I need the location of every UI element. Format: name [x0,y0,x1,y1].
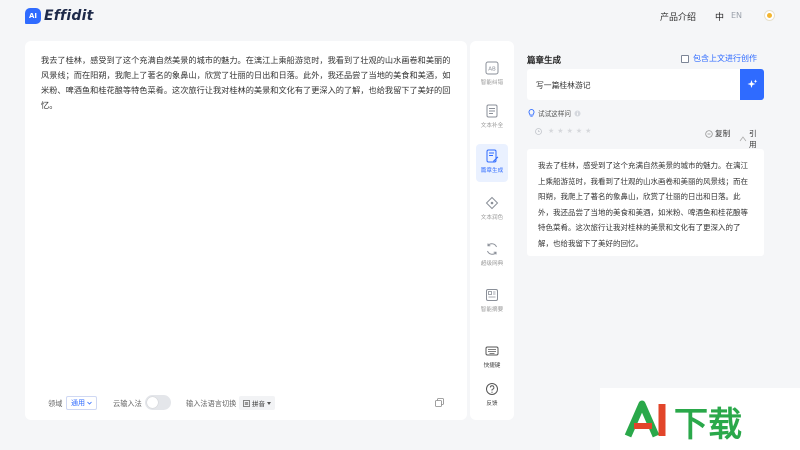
chevron-down-icon [87,401,92,405]
tool-text-polish[interactable]: 文本润色 [476,191,508,229]
edit-document-icon [486,149,499,163]
sun-icon [767,13,772,18]
theme-toggle-button[interactable] [764,10,775,21]
cloud-ime-label: 云输入法 [113,399,142,408]
tool-article-generation[interactable]: 篇章生成 [476,144,508,182]
tool-smart-summary[interactable]: 智能摘要 [476,283,508,321]
cloud-ime-toggle[interactable] [145,395,171,410]
panel-title: 篇章生成 [527,56,562,66]
tool-label: 篇章生成 [480,168,504,174]
copy-icon[interactable] [435,398,444,407]
ime-language-select[interactable]: 拼音 [239,396,275,410]
text-editor[interactable]: 我去了桂林，感受到了这个充满自然美景的城市的魅力。在漓江上乘船游览时，我看到了壮… [25,41,467,420]
toggle-knob [147,397,158,408]
polish-icon [485,196,499,210]
lang-zh-button[interactable]: 中 [715,10,724,23]
summary-icon [486,289,498,301]
tool-shortcuts[interactable]: 快捷键 [476,339,508,377]
document-icon [486,104,498,118]
info-icon [574,110,581,116]
history-icon[interactable] [535,128,542,135]
quote-icon [739,136,747,142]
result-toolbar: ★ ★ ★ ★ ★ 复制 引用 [527,124,764,149]
caret-down-icon [267,401,271,405]
include-context-checkbox[interactable]: 包含上文进行创作 [681,53,757,64]
nav-product-intro[interactable]: 产品介绍 [660,10,696,23]
generation-panel: 篇章生成 包含上文进行创作 写一篇桂林游记 试试这样问 ★ ★ ★ ★ ★ 复制… [516,41,775,420]
prompt-input[interactable]: 写一篇桂林游记 [527,69,764,100]
star-icon[interactable]: ★ [585,128,591,135]
top-bar: AI Effidit 产品介绍 中 EN [0,0,800,34]
domain-value: 通用 [71,399,85,407]
star-icon[interactable]: ★ [576,128,582,135]
ime-lang-label: 输入法语言切换 [186,399,237,408]
svg-text:下载: 下载 [674,405,742,445]
tool-label: 智能纠错 [480,80,504,86]
prompt-text[interactable]: 写一篇桂林游记 [536,80,591,91]
tool-label: 反馈 [486,401,498,407]
refresh-book-icon [487,243,497,255]
try-label: 试试这样问 [538,110,571,118]
star-icon[interactable]: ★ [557,128,563,135]
try-suggestions[interactable]: 试试这样问 [528,108,581,118]
tool-label: 快捷键 [483,363,501,369]
quote-label: 引用 [748,129,757,149]
ime-value: 拼音 [252,400,265,408]
keyboard-icon [243,399,250,407]
lang-en-button[interactable]: EN [731,11,742,20]
copy-label: 复制 [715,129,731,138]
editor-content[interactable]: 我去了桂林，感受到了这个充满自然美景的城市的魅力。在漓江上乘船游览时，我看到了壮… [41,53,453,113]
tool-feedback[interactable]: 反馈 [476,377,508,415]
quote-button[interactable]: 引用 [739,128,764,150]
tool-smart-correction[interactable]: AB 智能纠错 [476,56,508,94]
editor-footer: 领域 通用 云输入法 输入法语言切换 拼音 [25,386,467,420]
generate-button[interactable] [740,69,764,100]
copy-icon [705,129,713,138]
tool-super-dictionary[interactable]: 超级网典 [476,237,508,275]
result-text: 我去了桂林，感受到了这个充满自然美景的城市的魅力。在漓江上乘船游览时，我看到了壮… [538,161,748,248]
result-card: 我去了桂林，感受到了这个充满自然美景的城市的魅力。在漓江上乘船游览时，我看到了壮… [527,149,764,256]
tool-label: 文本补全 [480,123,504,129]
sparkle-icon [747,79,757,88]
star-icon[interactable]: ★ [548,128,554,135]
lightbulb-icon [528,109,535,117]
tool-sidebar: AB 智能纠错 文本补全 篇章生成 文本润色 超级网典 智能摘要 快捷键 反馈 [470,41,514,420]
tool-text-completion[interactable]: 文本补全 [476,99,508,137]
help-circle-icon [486,383,498,395]
tool-label: 智能摘要 [480,307,504,313]
svg-text:AB: AB [488,66,496,72]
tool-label: 文本润色 [480,215,504,221]
include-context-label: 包含上文进行创作 [693,54,757,63]
checkbox-box[interactable] [681,54,689,63]
logo-text: Effidit [44,8,94,24]
star-icon[interactable]: ★ [567,128,573,135]
logo-badge: AI [25,8,41,24]
copy-button[interactable]: 复制 [705,128,730,139]
rating-stars[interactable]: ★ ★ ★ ★ ★ [548,128,591,135]
ai-download-watermark: 下载 [624,400,742,445]
ab-correction-icon: AB [485,61,499,75]
keyboard-icon [485,346,499,356]
domain-select[interactable]: 通用 [66,396,97,410]
effidit-logo[interactable]: AI Effidit [25,8,93,24]
tool-label: 超级网典 [480,261,504,267]
watermark-logo: 下载 [600,388,800,450]
domain-label: 领域 [48,399,63,408]
